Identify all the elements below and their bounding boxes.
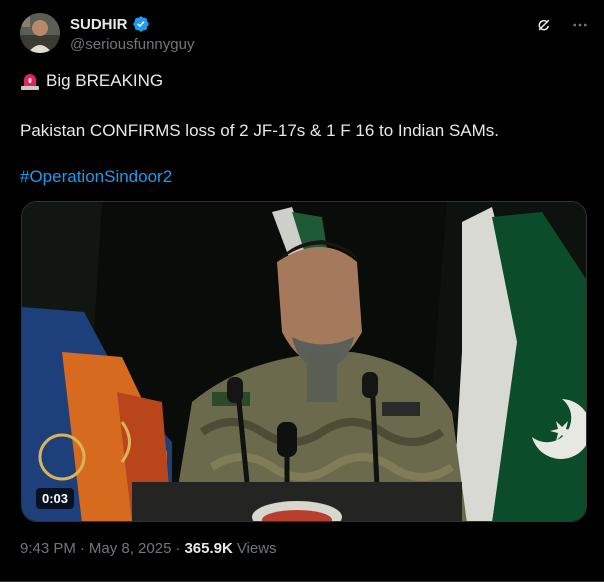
author-handle[interactable]: @seriousfunnyguy [70, 36, 194, 53]
views-label: Views [236, 540, 277, 557]
video-frame-image [22, 202, 586, 521]
avatar[interactable] [20, 13, 60, 53]
author-name-row[interactable]: SUDHIR [70, 15, 150, 33]
more-icon[interactable] [570, 15, 590, 35]
tweet-headline: Big BREAKING [46, 71, 164, 90]
siren-icon [21, 74, 39, 90]
tweet-card[interactable]: SUDHIR @seriousfunnyguy Big BREAKING Pak… [0, 0, 604, 582]
meta-separator: · [175, 540, 181, 557]
tweet-meta: 9:43 PM · May 8, 2025 · 365.9K Views [20, 540, 277, 557]
verified-badge-icon [132, 16, 149, 32]
hashtag-link[interactable]: #OperationSindoor2 [20, 167, 172, 187]
views-count: 365.9K [184, 540, 233, 557]
grok-icon[interactable] [534, 15, 554, 35]
author-name[interactable]: SUDHIR [70, 16, 128, 33]
meta-separator: · [79, 540, 85, 557]
video-player[interactable]: 0:03 [21, 201, 587, 522]
tweet-time[interactable]: 9:43 PM [20, 540, 76, 557]
top-actions [534, 15, 590, 35]
tweet-date[interactable]: May 8, 2025 [89, 540, 172, 557]
tweet-body: Pakistan CONFIRMS loss of 2 JF-17s & 1 F… [20, 121, 500, 140]
avatar-image [20, 13, 60, 53]
video-duration: 0:03 [36, 488, 75, 509]
tweet-line-1: Big BREAKING [20, 71, 163, 91]
